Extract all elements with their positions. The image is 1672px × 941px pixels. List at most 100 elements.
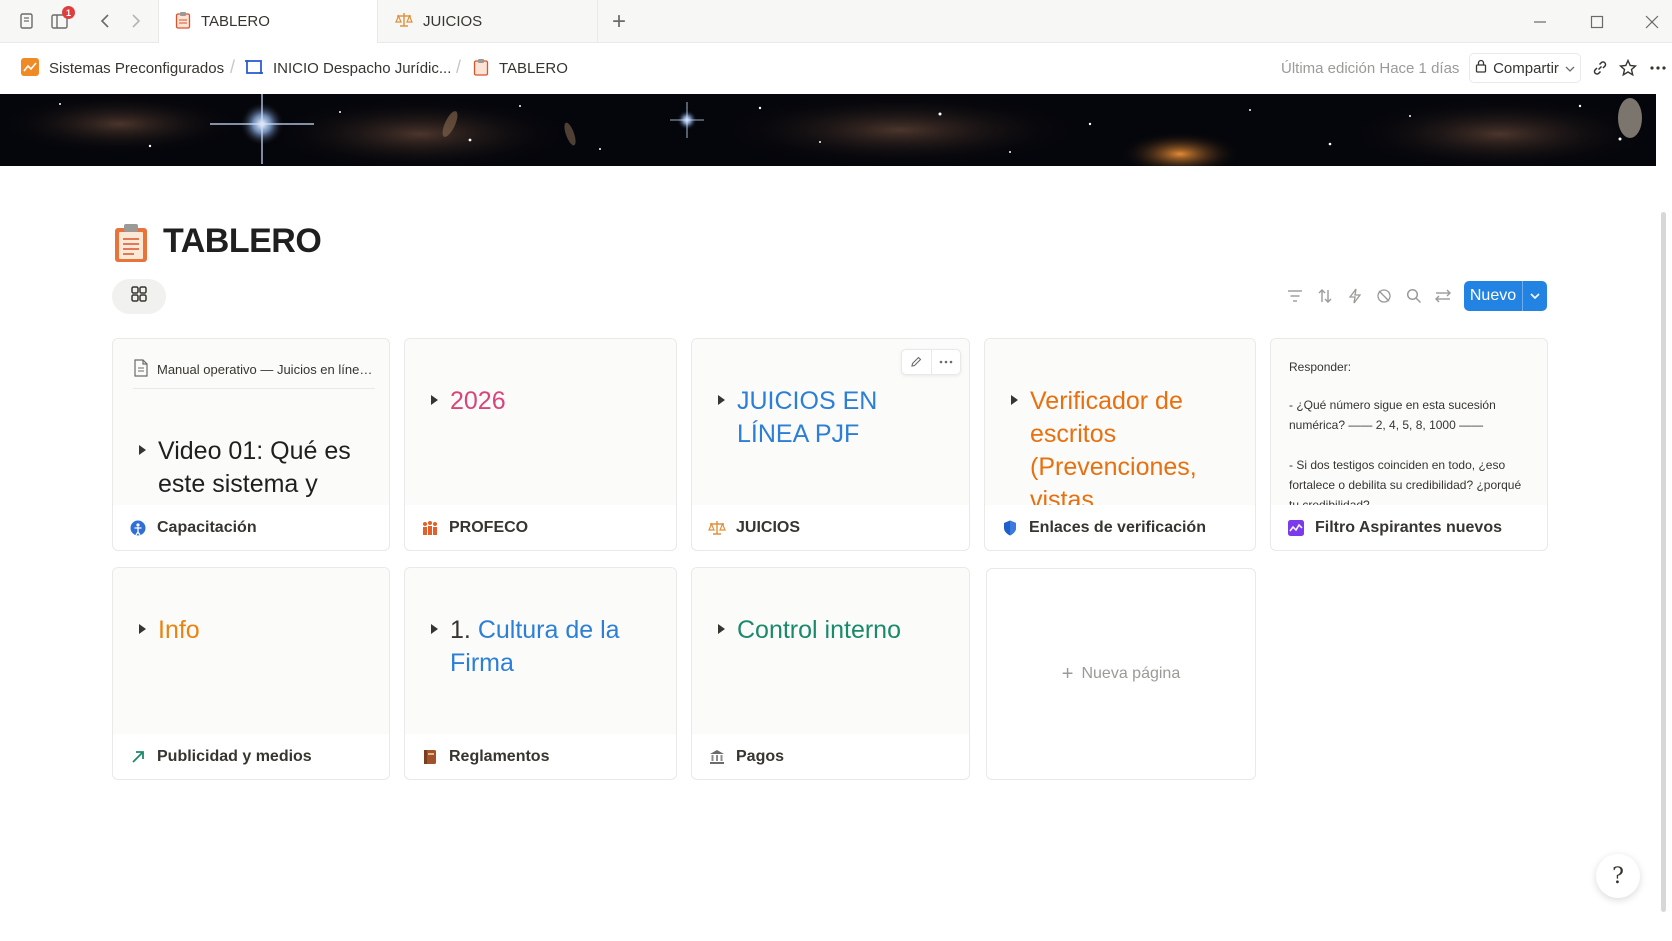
breadcrumb-item-tablero[interactable]: TABLERO	[473, 43, 568, 94]
toggle-text: Control interno	[737, 616, 901, 644]
gallery-card-enlaces[interactable]: Verificador de escritos (Prevenciones, v…	[984, 338, 1256, 551]
tab-tablero[interactable]: TABLERO	[158, 0, 378, 43]
toggle-triangle-icon[interactable]	[1011, 395, 1018, 405]
lock-icon	[1475, 59, 1487, 77]
cover-image	[0, 94, 1656, 166]
toggle-text: Cultura de la Firma	[450, 616, 620, 677]
share-label: Compartir	[1493, 59, 1559, 77]
card-title: Pagos	[736, 748, 785, 765]
help-button[interactable]: ?	[1596, 854, 1640, 898]
plus-icon: +	[1061, 662, 1074, 685]
frame-icon	[245, 58, 263, 80]
pages-icon[interactable]	[16, 10, 38, 32]
chevron-down-icon	[1565, 60, 1575, 77]
gallery-card-filtro-aspirantes[interactable]: Responder: - ¿Qué número sigue en esta s…	[1270, 338, 1548, 551]
tab-juicios[interactable]: JUICIOS	[379, 0, 598, 43]
card-footer: Capacitación	[113, 505, 389, 550]
page-title[interactable]: TABLERO	[163, 222, 322, 261]
toggle-triangle-icon[interactable]	[431, 624, 438, 634]
breadcrumb-item-inicio[interactable]: INICIO Despacho Jurídic...	[245, 43, 451, 94]
preview-line: - ¿Qué número sigue en esta sucesión num…	[1289, 398, 1496, 432]
toggle-block: Video 01: Qué es este sistema y	[139, 435, 371, 501]
card-title: Enlaces de verificación	[1029, 519, 1206, 536]
people-icon	[421, 519, 439, 537]
toggle-block: JUICIOS EN LÍNEA PJF	[718, 385, 949, 451]
settings-sliders-icon[interactable]	[1433, 286, 1453, 306]
breadcrumb-separator: /	[456, 57, 462, 77]
forward-arrow-icon[interactable]	[125, 10, 147, 32]
card-preview: Control interno	[692, 568, 969, 734]
edit-pencil-icon[interactable]	[902, 350, 931, 374]
clipboard-icon	[473, 58, 489, 80]
star-icon[interactable]	[1617, 57, 1639, 79]
card-footer: Pagos	[692, 734, 969, 779]
toggle-triangle-icon[interactable]	[431, 395, 438, 405]
toggle-triangle-icon[interactable]	[139, 624, 146, 634]
toggle-block: 1. Cultura de la Firma	[431, 614, 658, 680]
card-footer: Reglamentos	[405, 734, 676, 779]
breadcrumb-item-sistemas[interactable]: Sistemas Preconfigurados	[21, 43, 224, 94]
arrow-up-right-icon	[129, 748, 147, 766]
new-tab-plus-icon[interactable]: +	[612, 8, 626, 36]
card-footer: Filtro Aspirantes nuevos	[1271, 505, 1547, 550]
gallery-card-pagos[interactable]: Control interno Pagos	[691, 567, 970, 780]
new-button[interactable]: Nuevo	[1464, 281, 1547, 311]
toggle-block: Control interno	[718, 614, 951, 647]
chevron-down-icon[interactable]	[1522, 281, 1547, 311]
toggle-text: Video 01: Qué es este sistema y	[158, 437, 351, 498]
bank-icon	[708, 748, 726, 766]
toggle-block: Verificador de escritos (Prevenciones, v…	[1011, 385, 1215, 505]
help-glyph: ?	[1612, 863, 1624, 889]
back-arrow-icon[interactable]	[94, 10, 116, 32]
title-bar: 1 TABLERO JUICIOS +	[0, 0, 1672, 43]
toggle-triangle-icon[interactable]	[718, 395, 725, 405]
gallery-card-juicios[interactable]: JUICIOS EN LÍNEA PJF JUICIOS	[691, 338, 970, 551]
toggle-triangle-icon[interactable]	[718, 624, 725, 634]
gallery-card-reglamentos[interactable]: 1. Cultura de la Firma Reglamentos	[404, 567, 677, 780]
gallery-card-capacitacion[interactable]: Manual operativo — Juicios en línea... V…	[112, 338, 390, 551]
maximize-icon[interactable]	[1585, 10, 1609, 34]
card-footer: Publicidad y medios	[113, 734, 389, 779]
sort-icon[interactable]	[1315, 286, 1335, 306]
new-page-card[interactable]: + Nueva página	[986, 568, 1256, 780]
search-icon[interactable]	[1404, 286, 1424, 306]
card-title: Publicidad y medios	[157, 748, 312, 765]
link-icon[interactable]	[1589, 57, 1611, 79]
scales-icon	[395, 12, 413, 32]
toggle-triangle-icon[interactable]	[139, 445, 146, 455]
close-icon[interactable]	[1640, 10, 1664, 34]
toggle-prefix: 1.	[450, 616, 471, 644]
breadcrumb-label: TABLERO	[499, 60, 568, 77]
share-button[interactable]: Compartir	[1469, 53, 1581, 83]
ai-sparkle-icon[interactable]	[1374, 286, 1394, 306]
card-preview: Verificador de escritos (Prevenciones, v…	[985, 339, 1255, 505]
card-preview: 2026	[405, 339, 676, 505]
card-title: JUICIOS	[736, 519, 801, 536]
more-options-icon[interactable]	[930, 350, 961, 374]
doc-link[interactable]: Manual operativo — Juicios en línea...	[133, 359, 375, 389]
card-preview: JUICIOS EN LÍNEA PJF	[692, 339, 969, 505]
card-title: Reglamentos	[449, 748, 550, 765]
toggle-text: 2026	[450, 387, 506, 415]
orange-chart-icon	[21, 57, 39, 80]
preview-line: - Si dos testigos coinciden en todo, ¿es…	[1289, 458, 1522, 505]
shield-icon	[1001, 519, 1019, 537]
gallery-card-profeco[interactable]: 2026 PROFECO	[404, 338, 677, 551]
toggle-block: Info	[139, 614, 371, 647]
gallery-card-publicidad[interactable]: Info Publicidad y medios	[112, 567, 390, 780]
toggle-text: Info	[158, 616, 200, 644]
card-footer: PROFECO	[405, 505, 676, 550]
scrollbar-thumb[interactable]	[1661, 212, 1666, 912]
gallery-view-button[interactable]	[112, 279, 166, 314]
automation-bolt-icon[interactable]	[1345, 286, 1365, 306]
new-button-label: Nuevo	[1469, 287, 1517, 304]
tab-label: JUICIOS	[423, 13, 483, 30]
card-footer: Enlaces de verificación	[985, 505, 1255, 550]
document-icon	[133, 359, 149, 380]
scales-icon	[708, 519, 726, 537]
filter-icon[interactable]	[1285, 286, 1305, 306]
clipboard-icon	[175, 11, 191, 33]
more-options-icon[interactable]	[1647, 57, 1669, 79]
clipboard-icon[interactable]	[112, 222, 150, 264]
minimize-icon[interactable]	[1528, 10, 1552, 34]
